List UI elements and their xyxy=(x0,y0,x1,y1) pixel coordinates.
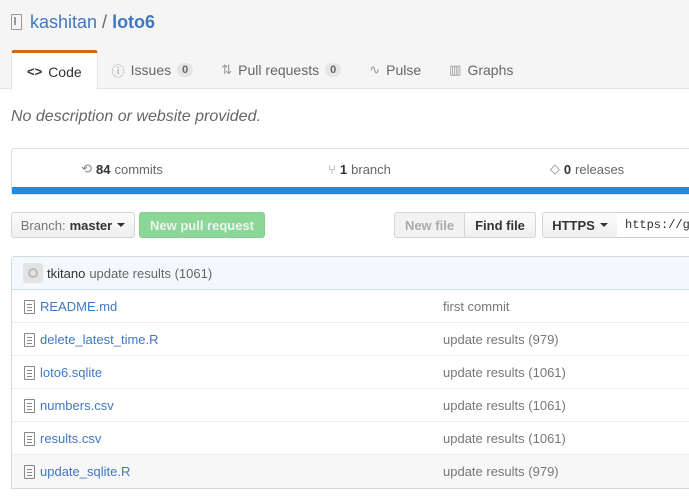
table-row: loto6.sqlite update results (1061) xyxy=(12,356,689,389)
user-icon xyxy=(28,268,38,278)
history-icon: ⟲ xyxy=(81,161,93,176)
releases-label: releases xyxy=(575,161,625,177)
table-row: numbers.csv update results (1061) xyxy=(12,389,689,422)
commit-message-link[interactable]: update results (1061) xyxy=(89,266,212,281)
tab-issues[interactable]: ⓘ Issues 0 xyxy=(98,50,208,90)
commits-count: 84 xyxy=(96,161,111,177)
clone-url-input[interactable]: https://gi xyxy=(617,212,689,238)
table-row: update_sqlite.R update results (979) xyxy=(12,455,689,488)
repo-owner-link[interactable]: kashitan xyxy=(30,12,97,33)
file-name-link[interactable]: loto6.sqlite xyxy=(40,365,102,380)
file-commit-message-link[interactable]: update results (979) xyxy=(443,464,559,479)
repo-title: kashitan / loto6 xyxy=(11,10,155,34)
branches-count: 1 xyxy=(339,161,348,177)
tab-pulse-label: Pulse xyxy=(386,62,422,78)
new-pull-request-button[interactable]: New pull request xyxy=(139,212,265,238)
tab-code-label: Code xyxy=(48,63,82,80)
file-name-link[interactable]: delete_latest_time.R xyxy=(40,332,159,347)
repo-name-link[interactable]: loto6 xyxy=(112,12,155,33)
clone-protocol-button[interactable]: HTTPS xyxy=(542,212,618,238)
latest-commit-bar: tkitano update results (1061) xyxy=(12,257,689,290)
tab-pull-requests-label: Pull requests xyxy=(238,62,320,78)
commits-link[interactable]: ⟲ 84 commits xyxy=(12,161,232,177)
new-file-button[interactable]: New file xyxy=(394,212,465,238)
file-icon xyxy=(24,465,35,479)
commits-label: commits xyxy=(114,161,163,177)
branch-select-value: master xyxy=(69,217,113,233)
file-commit-message-link[interactable]: first commit xyxy=(443,299,509,314)
chevron-down-icon xyxy=(599,223,608,227)
repo-icon xyxy=(11,14,22,30)
tag-icon: ◇ xyxy=(549,161,560,176)
branches-link[interactable]: ⑂ 1 branch xyxy=(232,162,487,177)
branch-select-button[interactable]: Branch: master xyxy=(11,212,135,238)
file-commit-message-link[interactable]: update results (979) xyxy=(443,332,559,347)
file-list: tkitano update results (1061) README.md … xyxy=(11,256,689,489)
numbers-summary: ⟲ 84 commits ⑂ 1 branch ◇ 0 releases xyxy=(11,148,689,195)
releases-count: 0 xyxy=(563,161,572,177)
branch-icon: ⑂ xyxy=(328,161,336,177)
pulse-icon: ∿ xyxy=(369,62,381,77)
file-name-link[interactable]: results.csv xyxy=(40,431,101,446)
repo-header: kashitan / loto6 <> Code ⓘ Issues 0 ⇅ Pu… xyxy=(0,0,689,90)
file-icon xyxy=(24,366,35,380)
find-file-button[interactable]: Find file xyxy=(464,212,536,238)
tab-issues-label: Issues xyxy=(130,62,172,78)
clone-protocol-label: HTTPS xyxy=(552,217,595,233)
file-name-link[interactable]: numbers.csv xyxy=(40,398,114,413)
pull-requests-counter: 0 xyxy=(325,63,342,77)
repo-nav-tabs: <> Code ⓘ Issues 0 ⇅ Pull requests 0 ∿ P… xyxy=(11,50,527,90)
table-row: README.md first commit xyxy=(12,290,689,323)
graph-icon: ▥ xyxy=(449,62,462,77)
file-icon xyxy=(24,300,35,314)
file-icon xyxy=(24,333,35,347)
avatar[interactable] xyxy=(23,263,43,283)
file-icon xyxy=(24,399,35,413)
commit-author-link[interactable]: tkitano xyxy=(47,266,85,281)
issues-counter: 0 xyxy=(177,63,194,77)
tab-graphs[interactable]: ▥ Graphs xyxy=(435,50,527,90)
tab-graphs-label: Graphs xyxy=(467,62,514,78)
tab-pulse[interactable]: ∿ Pulse xyxy=(355,50,435,90)
table-row: results.csv update results (1061) xyxy=(12,422,689,455)
issue-icon: ⓘ xyxy=(111,63,125,79)
file-name-link[interactable]: update_sqlite.R xyxy=(40,464,130,479)
file-commit-message-link[interactable]: update results (1061) xyxy=(443,431,566,446)
table-row: delete_latest_time.R update results (979… xyxy=(12,323,689,356)
file-name-link[interactable]: README.md xyxy=(40,299,117,314)
repo-title-separator: / xyxy=(102,11,108,32)
tab-code[interactable]: <> Code xyxy=(11,50,98,90)
releases-link[interactable]: ◇ 0 releases xyxy=(487,161,687,177)
branch-select-label: Branch: xyxy=(20,217,66,233)
code-icon: <> xyxy=(27,64,43,79)
tab-pull-requests[interactable]: ⇅ Pull requests 0 xyxy=(207,50,355,90)
branches-label: branch xyxy=(351,161,391,177)
file-commit-message-link[interactable]: update results (1061) xyxy=(443,398,566,413)
language-bar[interactable] xyxy=(12,187,689,194)
pull-request-icon: ⇅ xyxy=(221,62,233,77)
file-icon xyxy=(24,432,35,446)
file-commit-message-link[interactable]: update results (1061) xyxy=(443,365,566,380)
repo-description: No description or website provided. xyxy=(11,108,261,125)
chevron-down-icon xyxy=(117,223,126,227)
